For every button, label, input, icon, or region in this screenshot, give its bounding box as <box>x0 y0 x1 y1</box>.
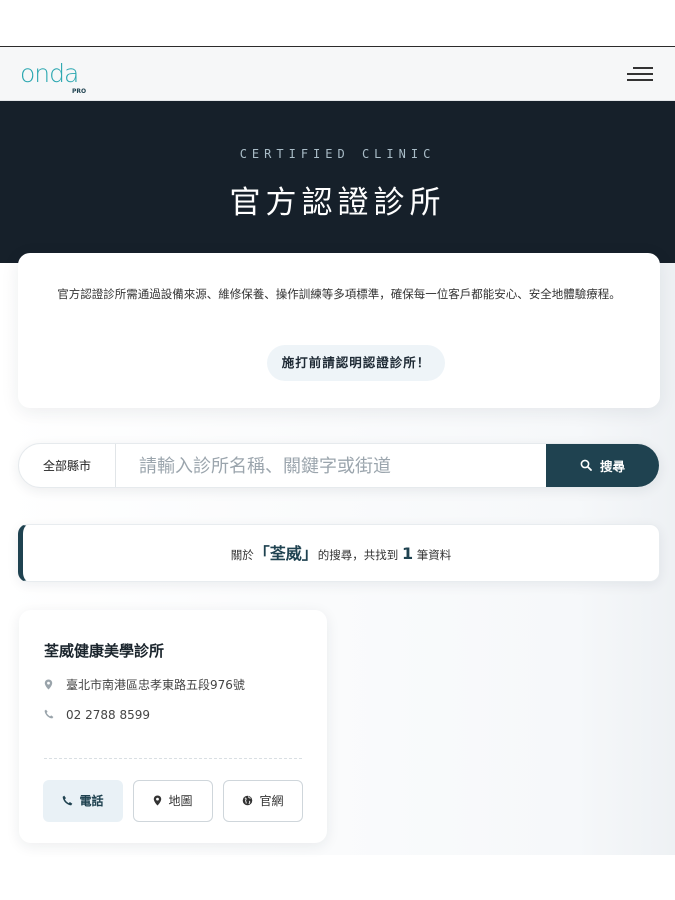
clinic-phone: 02 2788 8599 <box>66 708 150 722</box>
search-button[interactable]: 搜尋 <box>546 444 659 487</box>
phone-icon <box>44 709 56 722</box>
result-prefix: 關於 <box>230 548 254 562</box>
search-bar: 全部縣市 搜尋 <box>18 443 660 488</box>
clinic-address: 臺北市南港區忠孝東路五段976號 <box>66 678 245 692</box>
page-title: 官方認證診所 <box>229 185 446 221</box>
hamburger-menu-icon[interactable] <box>627 65 653 83</box>
globe-icon <box>243 795 253 806</box>
search-result-summary: 關於「荃威」的搜尋，共找到 1 筆資料 <box>18 524 660 582</box>
hero-eyebrow: CERTIFIED CLINIC <box>239 147 436 161</box>
onda-pro-logo[interactable]: onda PRO <box>20 55 100 95</box>
search-button-label: 搜尋 <box>599 459 625 474</box>
result-keyword: 「荃威」 <box>253 544 318 563</box>
result-middle: 的搜尋，共找到 <box>317 548 399 562</box>
call-button[interactable]: 電話 <box>43 780 123 822</box>
website-button-label: 官網 <box>259 794 284 808</box>
search-input[interactable] <box>117 444 547 487</box>
intro-card: 官方認證診所需通過設備來源、維修保養、操作訓練等多項標準，確保每一位客戶都能安心… <box>18 253 660 408</box>
website-button[interactable]: 官網 <box>223 780 303 822</box>
location-pin-icon <box>154 795 162 806</box>
clinic-name: 荃威健康美學診所 <box>44 642 165 660</box>
clinic-phone-row: 02 2788 8599 <box>44 708 150 722</box>
intro-text: 官方認證診所需通過設備來源、維修保養、操作訓練等多項標準，確保每一位客戶都能安心… <box>57 287 621 301</box>
card-divider <box>44 758 302 759</box>
location-pin-icon <box>44 679 56 693</box>
map-button-label: 地圖 <box>168 794 193 808</box>
phone-icon <box>63 795 73 806</box>
call-button-label: 電話 <box>79 794 104 808</box>
hero-banner: CERTIFIED CLINIC 官方認證診所 <box>0 101 675 263</box>
page: onda PRO CERTIFIED CLINIC 官方認證診所 官方認證診所需… <box>0 0 675 900</box>
result-count: 1 <box>401 544 414 563</box>
svg-text:onda: onda <box>20 59 78 88</box>
city-select[interactable]: 全部縣市 <box>19 444 116 487</box>
svg-text:PRO: PRO <box>72 88 86 95</box>
clinic-address-row: 臺北市南港區忠孝東路五段976號 <box>44 676 245 693</box>
site-header: onda PRO <box>0 47 675 101</box>
map-button[interactable]: 地圖 <box>133 780 213 822</box>
result-suffix: 筆資料 <box>416 548 452 562</box>
search-icon <box>580 444 592 487</box>
certified-notice-pill: 施打前請認明認證診所！ <box>267 345 445 381</box>
clinic-card: 荃威健康美學診所 臺北市南港區忠孝東路五段976號 02 2788 8599 電… <box>19 610 327 843</box>
